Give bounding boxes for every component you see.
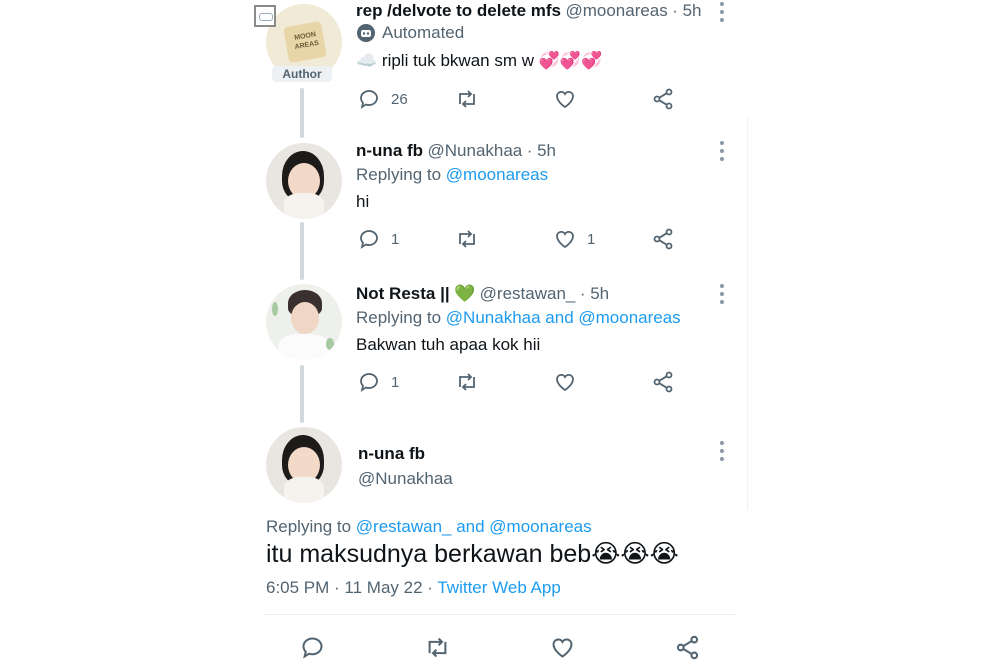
like-icon [556,373,574,392]
share-icon [653,228,673,250]
reply-icon [360,90,378,109]
avatar[interactable] [266,143,342,219]
thread-line [300,365,304,423]
reply-count: 1 [391,230,400,248]
retweet-button[interactable] [424,634,451,661]
author-badge: Author [272,66,332,82]
like-button[interactable] [553,87,587,111]
reply-button[interactable]: 1 [357,370,399,394]
automated-text: Automated [382,23,465,42]
more-icon[interactable] [719,2,725,22]
retweet-icon [459,230,475,248]
share-button[interactable] [651,227,675,251]
share-icon [653,88,673,110]
user-handle[interactable]: @restawan_ [480,284,576,303]
user-handle[interactable]: @moonareas [565,1,667,20]
more-icon[interactable] [719,441,725,461]
retweet-button[interactable] [455,227,479,251]
tweet-text: itu maksudnya berkawan beb [266,540,592,568]
reply-icon [360,373,378,392]
reply-icon [302,637,323,659]
retweet-icon [428,637,447,658]
like-button[interactable] [549,634,576,661]
share-button[interactable] [651,87,675,111]
more-icon[interactable] [719,141,725,161]
retweet-icon [459,90,475,108]
selection-checkbox[interactable] [254,5,276,27]
reply-count: 1 [391,373,400,391]
retweet-button[interactable] [455,370,479,394]
like-count: 1 [587,230,596,248]
tweet-text: hi [356,192,370,211]
share-icon [676,635,699,660]
replying-label: Replying to [356,308,442,327]
share-button[interactable] [674,634,701,661]
tweet-text: ripli tuk bkwan sm w [381,51,535,70]
like-button[interactable] [553,370,587,394]
green-heart-emoji: 💚 [454,284,476,303]
avatar[interactable] [266,427,342,503]
column-border [747,115,748,510]
user-handle[interactable]: @Nunakhaa [428,141,523,160]
like-icon [556,230,574,249]
tweet-meta: 6:05 PM · 11 May 22 · Twitter Web App [266,578,561,598]
tweet-time[interactable]: · 5h [527,141,556,160]
display-name[interactable]: Not Resta || [356,284,450,303]
tweet-time[interactable]: · 5h [672,1,701,20]
like-button[interactable]: 1 [553,227,595,251]
tweet-header: n-una fb @Nunakhaa · 5h [356,141,556,161]
tweet-header: rep /delvote to delete mfs @moonareas · … [356,1,702,21]
heart-emoji: 💞💞💞 [538,51,603,70]
replying-label: Replying to [266,517,352,536]
tweet-time[interactable]: · 5h [580,284,609,303]
reply-button[interactable]: 26 [357,87,408,111]
user-handle[interactable]: @Nunakhaa [358,469,453,489]
source-link[interactable]: Twitter Web App [437,578,560,597]
display-name[interactable]: n-una fb [356,141,423,160]
thread-line [300,222,304,280]
avatar[interactable] [266,284,342,360]
tweet-body: ☁️ ripli tuk bkwan sm w 💞💞💞 [356,51,602,71]
thread-line [300,88,304,138]
mention-link[interactable]: @moonareas [446,165,548,184]
cloud-emoji: ☁️ [356,51,378,70]
retweet-icon [459,373,475,391]
crying-emoji: 😭😭😭 [591,540,679,568]
tweet-body: itu maksudnya berkawan beb😭😭😭 [266,539,679,569]
share-icon [653,371,673,393]
replying-to: Replying to @Nunakhaa and @moonareas [356,308,681,328]
more-icon[interactable] [719,284,725,304]
bot-icon [357,24,375,42]
tweet-text: Bakwan tuh apaa kok hii [356,335,541,354]
mention-link[interactable]: @restawan_ and @moonareas [356,517,592,536]
timestamp[interactable]: 6:05 PM · 11 May 22 · [266,578,433,597]
tweet-header: Not Resta || 💚 @restawan_ · 5h [356,284,609,304]
display-name[interactable]: rep /delvote to delete mfs [356,1,561,20]
replying-to: Replying to @moonareas [356,165,548,185]
share-button[interactable] [651,370,675,394]
mention-link[interactable]: @Nunakhaa and @moonareas [446,308,681,327]
like-icon [556,90,574,109]
display-name[interactable]: n-una fb [358,444,425,464]
reply-icon [360,230,378,249]
retweet-button[interactable] [455,87,479,111]
like-icon [552,638,573,658]
replying-to: Replying to @restawan_ and @moonareas [266,517,592,537]
reply-count: 26 [391,90,408,108]
divider [265,614,735,615]
replying-label: Replying to [356,165,442,184]
reply-button[interactable]: 1 [357,227,399,251]
reply-button[interactable] [299,634,326,661]
automated-label: Automated [356,23,464,43]
